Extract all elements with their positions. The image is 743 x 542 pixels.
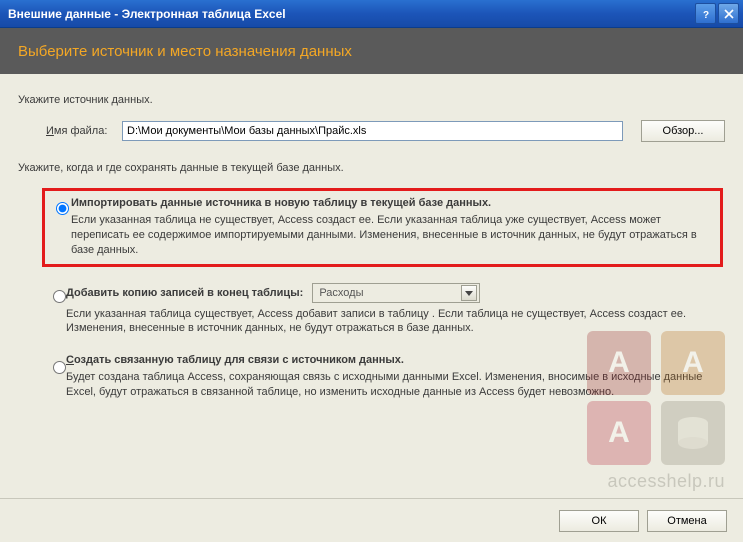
option-import[interactable]: Импортировать данные источника в новую т… xyxy=(42,188,723,267)
option-link-label: Создать связанную таблицу для связи с ис… xyxy=(66,354,404,366)
dialog-body: Укажите источник данных. Имя файла: Обзо… xyxy=(0,74,743,402)
option-append-label: Добавить копию записей в конец таблицы: xyxy=(66,287,303,299)
radio-import[interactable] xyxy=(56,202,69,215)
options-group: Импортировать данные источника в новую т… xyxy=(42,188,725,402)
dialog-window: Внешние данные - Электронная таблица Exc… xyxy=(0,0,743,542)
source-prompt: Укажите источник данных. xyxy=(18,94,725,106)
option-link-desc: Будет создана таблица Access, сохраняюща… xyxy=(66,370,721,400)
header-title: Выберите источник и место назначения дан… xyxy=(18,43,352,60)
browse-button[interactable]: Обзор... xyxy=(641,120,725,142)
radio-link[interactable] xyxy=(53,361,66,374)
window-title: Внешние данные - Электронная таблица Exc… xyxy=(8,7,693,21)
file-row: Имя файла: Обзор... xyxy=(46,120,725,142)
footer: ОК Отмена xyxy=(0,498,743,542)
svg-text:?: ? xyxy=(703,10,709,19)
dest-prompt: Укажите, когда и где сохранять данные в … xyxy=(18,162,725,174)
chevron-down-icon xyxy=(461,285,477,301)
watermark-text: accesshelp.ru xyxy=(587,471,725,492)
option-append-desc: Если указанная таблица существует, Acces… xyxy=(66,307,721,337)
ok-button[interactable]: ОК xyxy=(559,510,639,532)
titlebar: Внешние данные - Электронная таблица Exc… xyxy=(0,0,743,28)
cancel-button[interactable]: Отмена xyxy=(647,510,727,532)
file-input[interactable] xyxy=(122,121,623,141)
database-icon xyxy=(661,401,725,465)
option-append[interactable]: Добавить копию записей в конец таблицы: … xyxy=(42,281,725,339)
append-table-value: Расходы xyxy=(319,287,363,299)
option-import-desc: Если указанная таблица не существует, Ac… xyxy=(71,213,714,258)
access-logo-icon: A xyxy=(587,401,651,465)
radio-append[interactable] xyxy=(53,290,66,303)
help-button[interactable]: ? xyxy=(695,3,716,24)
option-link[interactable]: Создать связанную таблицу для связи с ис… xyxy=(42,352,725,402)
option-import-label: Импортировать данные источника в новую т… xyxy=(71,197,491,209)
header-band: Выберите источник и место назначения дан… xyxy=(0,28,743,74)
close-button[interactable] xyxy=(718,3,739,24)
file-label: Имя файла: xyxy=(46,125,122,137)
append-table-combo[interactable]: Расходы xyxy=(312,283,480,303)
